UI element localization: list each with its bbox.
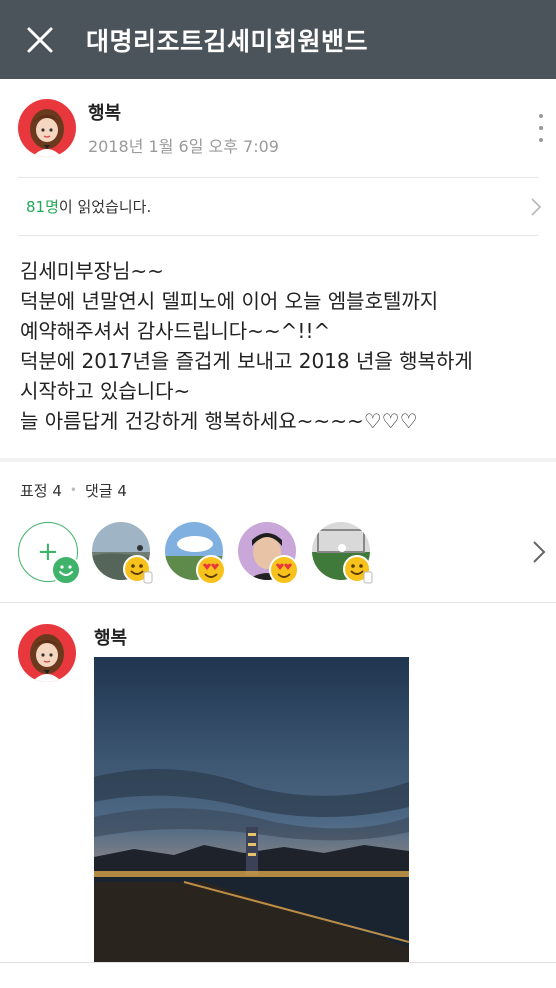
read-count-row[interactable]: 81명 이 읽었습니다. — [0, 178, 556, 235]
post-body-line: 예약해주셔서 감사드립니다~~^!!^ — [20, 319, 331, 343]
post-body-line: 시작하고 있습니다~ — [20, 379, 191, 403]
close-icon — [27, 27, 53, 52]
band-title: 대명리조트김세미회원밴드 — [86, 26, 369, 56]
more-dot-icon — [539, 114, 543, 118]
read-count-label: 이 읽었습니다. — [58, 198, 152, 216]
reactions-row: + — [0, 518, 556, 590]
post-stats: 표정 4 • 댓글 4 — [20, 478, 127, 502]
more-dot-icon — [539, 138, 543, 142]
heart-eyes-emoji-icon — [269, 555, 299, 585]
reaction-count[interactable]: 표정 4 — [20, 480, 62, 501]
thumbs-up-smile-emoji-icon — [343, 555, 373, 584]
bottom-toolbar — [0, 962, 556, 988]
post-body: 김세미부장님~~ 덕분에 년말연시 델피노에 이어 오늘 엠블호텔까지 예약해주… — [20, 256, 540, 436]
post-timestamp: 2018년 1월 6일 오후 7:09 — [88, 137, 279, 156]
top-app-bar: 대명리조트김세미회원밴드 — [0, 0, 556, 79]
more-options-button[interactable] — [534, 114, 548, 142]
heart-eyes-emoji-icon — [196, 555, 226, 585]
divider — [0, 602, 556, 603]
post-author-row: 행복 2018년 1월 6일 오후 7:09 — [0, 79, 556, 177]
author-avatar[interactable] — [18, 99, 76, 157]
add-reaction-button[interactable]: + — [18, 522, 81, 585]
reaction-4[interactable] — [312, 522, 373, 584]
post-body-line: 덕분에 2017년을 즐겁게 보내고 2018 년을 행복하게 — [20, 349, 473, 373]
reaction-3[interactable] — [238, 522, 299, 585]
thumbs-up-smile-emoji-icon — [123, 555, 153, 584]
post-body-line: 늘 아름답게 건강하게 행복하세요~~~~♡♡♡ — [20, 409, 418, 433]
stats-separator: • — [69, 483, 77, 497]
reaction-1[interactable] — [92, 522, 153, 584]
read-count: 81명 — [26, 198, 59, 216]
close-button[interactable] — [0, 0, 80, 79]
divider — [18, 235, 538, 236]
smile-icon — [51, 555, 81, 585]
comment-image[interactable] — [94, 657, 409, 962]
reaction-2[interactable] — [165, 522, 226, 585]
commenter-avatar[interactable] — [18, 624, 76, 682]
section-separator — [0, 458, 556, 462]
more-dot-icon — [539, 126, 543, 130]
commenter-name[interactable]: 행복 — [94, 624, 127, 650]
chevron-right-icon[interactable] — [532, 540, 546, 564]
chevron-right-icon — [531, 198, 542, 216]
author-name[interactable]: 행복 — [88, 99, 279, 125]
comment-count[interactable]: 댓글 4 — [85, 480, 127, 501]
post-body-line: 김세미부장님~~ — [20, 259, 164, 283]
post-body-line: 덕분에 년말연시 델피노에 이어 오늘 엠블호텔까지 — [20, 289, 439, 313]
